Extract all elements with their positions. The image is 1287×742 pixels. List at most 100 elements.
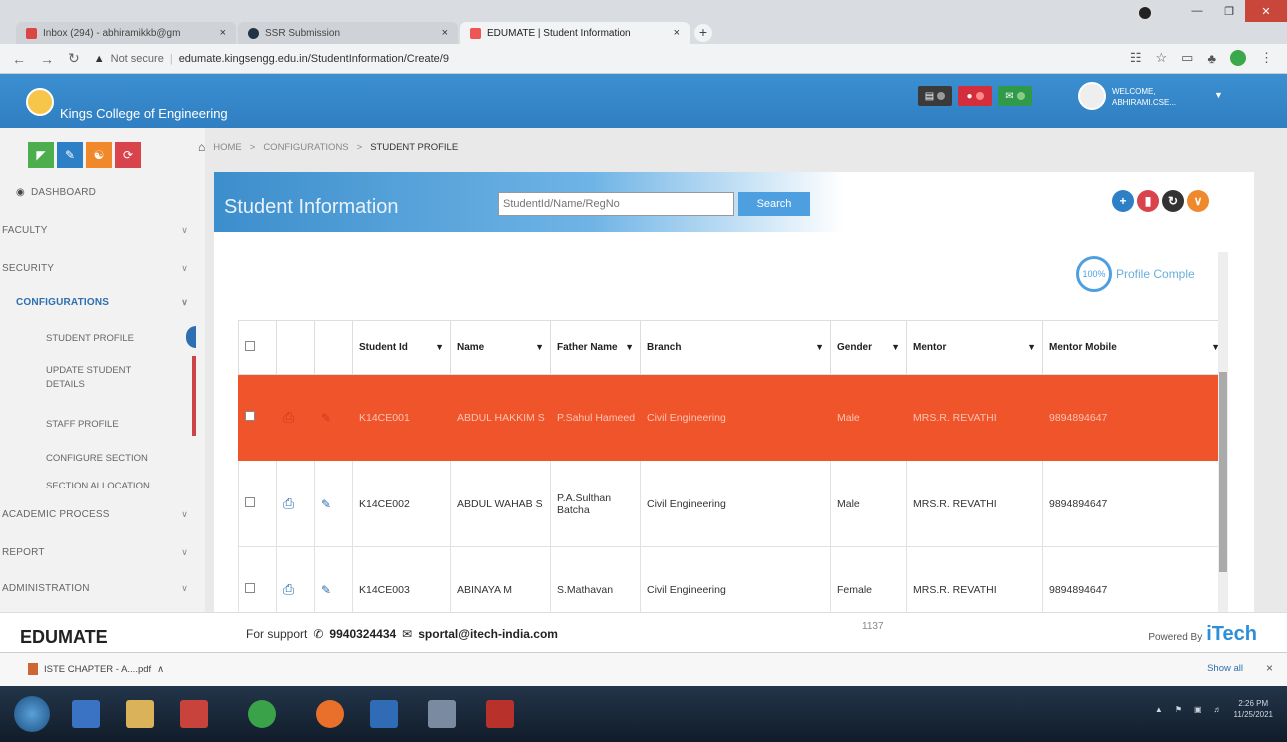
- flag-icon[interactable]: ⚑: [1175, 705, 1182, 714]
- column-name[interactable]: Name ▼: [450, 320, 551, 375]
- chevron-down-icon[interactable]: ∨: [1187, 190, 1209, 212]
- firefox-icon[interactable]: [316, 700, 344, 728]
- forward-icon[interactable]: →: [40, 51, 54, 67]
- table-row[interactable]: ⎙ ✎ K14CE002 ABDUL WAHAB S P.A.Sulthan B…: [238, 460, 1227, 547]
- sidebar-item-faculty[interactable]: FACULTY ∨: [0, 220, 200, 240]
- reload-icon[interactable]: ↻: [68, 50, 80, 67]
- tab-close-icon[interactable]: ×: [442, 27, 448, 39]
- search-button[interactable]: Search: [738, 192, 810, 216]
- column-branch[interactable]: Branch ▼: [640, 320, 831, 375]
- tab-edumate[interactable]: EDUMATE | Student Information ×: [460, 22, 690, 44]
- word-icon[interactable]: [370, 700, 398, 728]
- add-icon[interactable]: +: [1112, 190, 1134, 212]
- delete-icon[interactable]: ▮: [1137, 190, 1159, 212]
- file-explorer-icon[interactable]: [126, 700, 154, 728]
- chrome-icon[interactable]: [248, 700, 276, 728]
- tab-ssr-submission[interactable]: SSR Submission ×: [238, 22, 458, 44]
- user-avatar[interactable]: [1078, 82, 1106, 110]
- pdf-reader-icon[interactable]: [486, 700, 514, 728]
- mail-icon[interactable]: ✉: [998, 86, 1032, 106]
- sidebar-item-configurations[interactable]: CONFIGURATIONS ∨: [0, 292, 200, 312]
- pencil-icon[interactable]: ✎: [321, 497, 331, 511]
- close-window-icon[interactable]: ✕: [1245, 0, 1287, 22]
- chart-icon[interactable]: ◤: [28, 142, 54, 168]
- start-button[interactable]: [14, 696, 50, 732]
- bell-badge: [975, 92, 984, 100]
- support-email[interactable]: sportal@itech-india.com: [418, 627, 558, 641]
- show-hidden-icons[interactable]: ▲: [1155, 705, 1163, 714]
- paint-icon[interactable]: [428, 700, 456, 728]
- internet-explorer-icon[interactable]: [72, 700, 100, 728]
- filter-icon[interactable]: ▼: [891, 342, 900, 352]
- browser-menu-icon[interactable]: ⋮: [1260, 50, 1273, 66]
- tab-close-icon[interactable]: ×: [674, 27, 680, 39]
- row-checkbox[interactable]: [245, 583, 255, 593]
- media-player-icon[interactable]: [180, 700, 208, 728]
- filter-icon[interactable]: ▼: [435, 342, 444, 352]
- column-father-name[interactable]: Father Name ▼: [550, 320, 641, 375]
- download-item[interactable]: ISTE CHAPTER - A....pdf ∧: [28, 663, 164, 675]
- submenu-configure-section[interactable]: CONFIGURE SECTION: [46, 452, 196, 466]
- filter-icon[interactable]: ▼: [815, 342, 824, 352]
- close-download-bar-icon[interactable]: ×: [1266, 661, 1273, 675]
- column-mentor-mobile[interactable]: Mentor Mobile ▼: [1042, 320, 1227, 375]
- column-student-id[interactable]: Student Id ▼: [352, 320, 451, 375]
- bookmark-star-icon[interactable]: ☆: [1156, 50, 1168, 66]
- breadcrumb-configurations[interactable]: CONFIGURATIONS: [263, 142, 348, 153]
- submenu-scroll-indicator[interactable]: [192, 356, 196, 436]
- new-tab-button[interactable]: +: [694, 24, 712, 42]
- home-icon[interactable]: ⌂: [198, 140, 205, 154]
- select-all-checkbox[interactable]: [245, 341, 255, 351]
- tab-close-icon[interactable]: ×: [220, 27, 226, 39]
- filter-icon[interactable]: ▼: [1027, 342, 1036, 352]
- refresh-icon[interactable]: ↻: [1162, 190, 1184, 212]
- sidebar-item-dashboard[interactable]: ◉ DASHBOARD: [0, 182, 200, 202]
- bell-icon[interactable]: ●: [958, 86, 992, 106]
- chevron-up-icon[interactable]: ∧: [157, 664, 164, 675]
- profile-avatar-icon[interactable]: [1230, 50, 1246, 66]
- pencil-icon[interactable]: ✎: [321, 583, 331, 597]
- search-input[interactable]: [498, 192, 734, 216]
- pencil-icon[interactable]: ✎: [57, 142, 83, 168]
- print-icon[interactable]: ⎙: [283, 409, 294, 425]
- show-all-button[interactable]: Show all: [1207, 663, 1243, 674]
- scrollbar-thumb[interactable]: [1219, 372, 1227, 572]
- row-checkbox[interactable]: [245, 497, 255, 507]
- pencil-icon[interactable]: ✎: [321, 411, 331, 425]
- sidebar-item-academic-process[interactable]: ACADEMIC PROCESS ∨: [0, 504, 200, 524]
- print-icon[interactable]: ⎙: [283, 495, 294, 511]
- browser-profile-icon[interactable]: [1136, 4, 1154, 22]
- filter-icon[interactable]: ▼: [625, 342, 634, 352]
- translate-icon[interactable]: ☷: [1130, 50, 1142, 66]
- tab-inbox[interactable]: Inbox (294) - abhiramikkb@gm ×: [16, 22, 236, 44]
- address-bar[interactable]: ▲ Not secure | edumate.kingsengg.edu.in/…: [94, 53, 449, 65]
- caret-down-icon[interactable]: ▼: [1214, 90, 1223, 100]
- submenu-student-profile[interactable]: STUDENT PROFILE: [46, 332, 196, 346]
- share-icon[interactable]: ⟳: [115, 142, 141, 168]
- minimize-icon[interactable]: —: [1181, 0, 1213, 22]
- filter-icon[interactable]: ▼: [535, 342, 544, 352]
- column-gender[interactable]: Gender ▼: [830, 320, 907, 375]
- submenu-section-allocation[interactable]: SECTION ALLOCATION: [46, 480, 196, 488]
- sidebar-item-security[interactable]: SECURITY ∨: [0, 258, 200, 278]
- users-icon[interactable]: ☯: [86, 142, 112, 168]
- back-icon[interactable]: ←: [12, 51, 26, 67]
- table-scrollbar[interactable]: [1218, 252, 1228, 612]
- network-icon[interactable]: ▣: [1194, 705, 1202, 714]
- sidebar-item-administration[interactable]: ADMINISTRATION ∨: [0, 578, 200, 598]
- tasks-icon[interactable]: ▤: [918, 86, 952, 106]
- column-mentor[interactable]: Mentor ▼: [906, 320, 1043, 375]
- submenu-update-student-details[interactable]: UPDATE STUDENT DETAILS: [46, 364, 166, 392]
- submenu-staff-profile[interactable]: STAFF PROFILE: [46, 418, 196, 432]
- extensions-icon[interactable]: ♣: [1207, 51, 1216, 66]
- welcome-text[interactable]: WELCOME, ABHIRAMI.CSE...: [1112, 86, 1176, 108]
- row-checkbox[interactable]: [245, 411, 255, 421]
- cast-icon[interactable]: ▭: [1181, 50, 1193, 66]
- clock[interactable]: 2:26 PM 11/25/2021: [1234, 698, 1273, 720]
- print-icon[interactable]: ⎙: [283, 581, 294, 597]
- sidebar-item-report[interactable]: REPORT ∨: [0, 542, 200, 562]
- volume-icon[interactable]: ♬: [1214, 705, 1222, 714]
- table-row[interactable]: ⎙ ✎ K14CE001 ABDUL HAKKIM S P.Sahul Hame…: [238, 374, 1227, 461]
- restore-icon[interactable]: ❐: [1213, 0, 1245, 22]
- breadcrumb-home[interactable]: HOME: [213, 142, 242, 153]
